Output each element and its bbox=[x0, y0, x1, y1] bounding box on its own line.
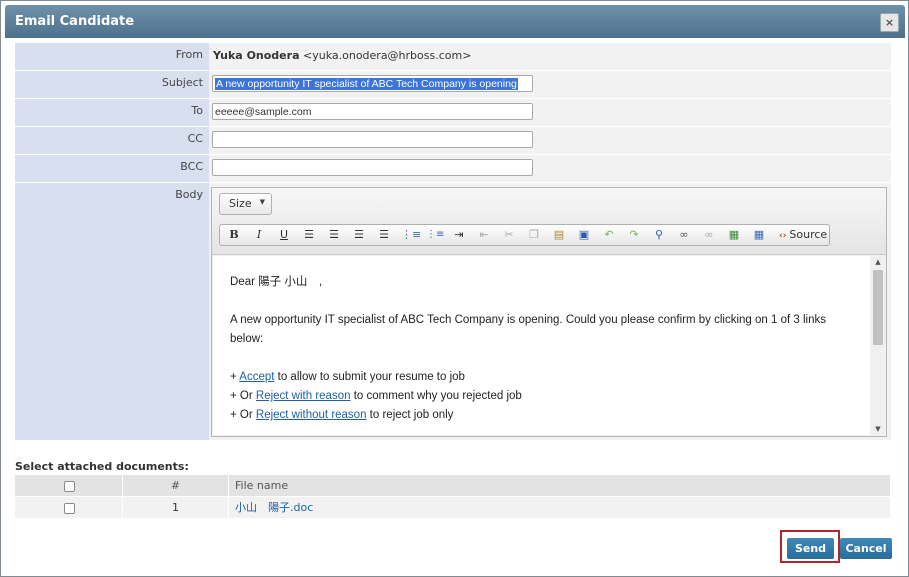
unlink-icon[interactable]: ∞ bbox=[701, 228, 717, 242]
numbered-list-icon[interactable]: ⋮≡ bbox=[426, 228, 444, 242]
to-input[interactable]: eeeee@sample.com bbox=[212, 103, 533, 120]
font-size-dropdown[interactable]: Size ▼ bbox=[219, 193, 272, 215]
body-option-reject-only: + Or Reject without reason to reject job… bbox=[230, 409, 454, 421]
from-email: <yuka.onodera@hrboss.com> bbox=[303, 49, 472, 62]
editor-toolbar: Size ▼ B I U ☰ ☰ ☰ ☰ ⋮≡ ⋮≡ ⇥ ⇤ ✂ ❐ ▤ ▣ ↶… bbox=[212, 188, 886, 255]
row-number: 1 bbox=[123, 497, 229, 518]
to-label: To bbox=[15, 99, 209, 126]
bcc-input[interactable] bbox=[212, 159, 533, 176]
cut-icon[interactable]: ✂ bbox=[501, 228, 517, 242]
from-row: From Yuka Onodera <yuka.onodera@hrboss.c… bbox=[15, 43, 891, 70]
from-label: From bbox=[15, 43, 209, 70]
attached-documents-title: Select attached documents: bbox=[15, 460, 189, 473]
formatting-toolbar: B I U ☰ ☰ ☰ ☰ ⋮≡ ⋮≡ ⇥ ⇤ ✂ ❐ ▤ ▣ ↶ ↷ ⚲ ∞ … bbox=[219, 224, 830, 246]
select-all-header bbox=[15, 475, 123, 496]
subject-value: A new opportunity IT specialist of ABC T… bbox=[215, 78, 518, 90]
reject-with-reason-link[interactable]: Reject with reason bbox=[256, 390, 351, 402]
align-justify-icon[interactable]: ☰ bbox=[376, 228, 392, 242]
align-center-icon[interactable]: ☰ bbox=[326, 228, 342, 242]
outdent-icon[interactable]: ⇤ bbox=[476, 228, 492, 242]
send-button[interactable]: Send bbox=[787, 538, 834, 559]
indent-icon[interactable]: ⇥ bbox=[451, 228, 467, 242]
bold-icon[interactable]: B bbox=[226, 228, 242, 242]
body-intro-line1: A new opportunity IT specialist of ABC T… bbox=[230, 314, 826, 326]
scroll-up-icon[interactable]: ▲ bbox=[871, 256, 885, 268]
reject-without-reason-link[interactable]: Reject without reason bbox=[256, 409, 367, 421]
editor-scrollbar[interactable]: ▲ ▼ bbox=[871, 256, 885, 435]
image-icon[interactable]: ▦ bbox=[726, 228, 742, 242]
body-option-accept: + Accept to allow to submit your resume … bbox=[230, 371, 465, 383]
bcc-label: BCC bbox=[15, 155, 209, 182]
select-all-checkbox[interactable] bbox=[64, 481, 75, 492]
table-icon[interactable]: ▦ bbox=[751, 228, 767, 242]
rich-text-editor: Size ▼ B I U ☰ ☰ ☰ ☰ ⋮≡ ⋮≡ ⇥ ⇤ ✂ ❐ ▤ ▣ ↶… bbox=[211, 187, 887, 437]
link-icon[interactable]: ∞ bbox=[676, 228, 692, 242]
source-icon: ‹› bbox=[779, 231, 787, 241]
subject-input[interactable]: A new opportunity IT specialist of ABC T… bbox=[212, 75, 533, 92]
paste-from-word-icon[interactable]: ▣ bbox=[576, 228, 592, 242]
paste-icon[interactable]: ▤ bbox=[551, 228, 567, 242]
cc-label: CC bbox=[15, 127, 209, 154]
cancel-button[interactable]: Cancel bbox=[840, 538, 892, 559]
find-icon[interactable]: ⚲ bbox=[651, 228, 667, 242]
dialog-title: Email Candidate bbox=[15, 14, 135, 29]
source-button[interactable]: ‹› Source bbox=[779, 227, 831, 243]
bulleted-list-icon[interactable]: ⋮≡ bbox=[401, 228, 421, 242]
body-intro-line2: below: bbox=[230, 333, 264, 345]
bcc-row: BCC bbox=[15, 155, 891, 182]
scroll-down-icon[interactable]: ▼ bbox=[871, 423, 885, 435]
email-body-content[interactable]: Dear 陽子 小山 , A new opportunity IT specia… bbox=[213, 256, 870, 435]
align-right-icon[interactable]: ☰ bbox=[351, 228, 367, 242]
file-name-column-header: File name bbox=[229, 475, 891, 496]
cc-row: CC bbox=[15, 127, 891, 154]
body-row: Body Size ▼ B I U ☰ ☰ ☰ ☰ ⋮≡ ⋮≡ ⇥ ⇤ ✂ ❐ … bbox=[15, 183, 891, 440]
subject-label: Subject bbox=[15, 71, 209, 98]
chevron-down-icon: ▼ bbox=[259, 198, 265, 206]
body-option-reject-reason: + Or Reject with reason to comment why y… bbox=[230, 390, 522, 402]
table-row bbox=[15, 497, 123, 518]
align-left-icon[interactable]: ☰ bbox=[301, 228, 317, 242]
dialog-title-bar[interactable]: Email Candidate × bbox=[5, 5, 905, 38]
file-name-link[interactable]: 小山 陽子.doc bbox=[235, 501, 313, 514]
undo-icon[interactable]: ↶ bbox=[601, 228, 617, 242]
source-label: Source bbox=[789, 228, 828, 241]
body-label: Body bbox=[15, 183, 209, 440]
redo-icon[interactable]: ↷ bbox=[626, 228, 642, 242]
cc-input[interactable] bbox=[212, 131, 533, 148]
row-checkbox[interactable] bbox=[64, 503, 75, 514]
accept-link[interactable]: Accept bbox=[239, 371, 274, 383]
subject-row: Subject A new opportunity IT specialist … bbox=[15, 71, 891, 98]
close-icon[interactable]: × bbox=[880, 13, 899, 32]
from-name: Yuka Onodera bbox=[213, 49, 300, 62]
underline-icon[interactable]: U bbox=[276, 228, 292, 242]
italic-icon[interactable]: I bbox=[251, 228, 267, 242]
copy-icon[interactable]: ❐ bbox=[526, 228, 542, 242]
scrollbar-thumb[interactable] bbox=[873, 270, 883, 345]
body-greeting: Dear 陽子 小山 , bbox=[230, 276, 323, 288]
to-row: To eeeee@sample.com bbox=[15, 99, 891, 126]
number-column-header: # bbox=[123, 475, 229, 496]
font-size-label: Size bbox=[229, 197, 252, 210]
